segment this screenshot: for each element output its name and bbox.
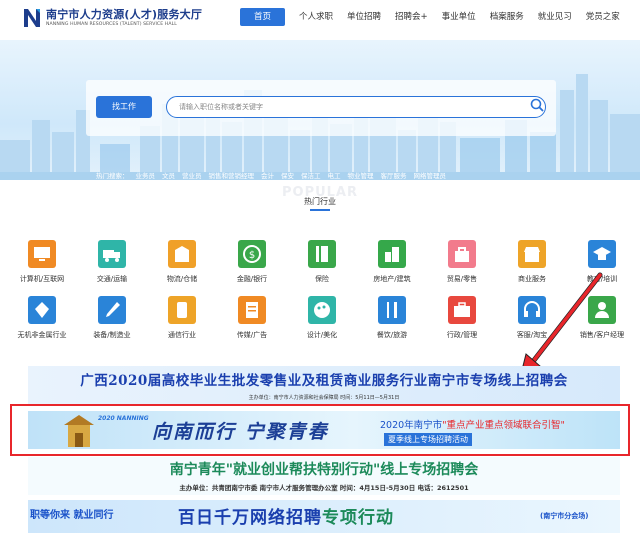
search-icon[interactable] (530, 98, 544, 112)
document-icon (238, 296, 266, 324)
industry-item[interactable]: 无机非金属行业 (9, 296, 75, 340)
hot-search-term[interactable]: 电工 (328, 170, 341, 180)
utensils-icon (378, 296, 406, 324)
nav-archive-service[interactable]: 档案服务 (490, 8, 524, 26)
industry-label: 传媒/广告 (236, 331, 268, 339)
banner-hundred-days-recruitment[interactable]: 职等你来 就业同行 百日千万网络招聘专项行动 (南宁市分会场) (28, 500, 620, 533)
svg-text:$: $ (249, 250, 255, 261)
industry-item[interactable]: 通信行业 (149, 296, 215, 340)
nav-internship[interactable]: 就业见习 (538, 8, 572, 26)
banner-title: 2020年南宁市"重点产业重点领域联合引智" (380, 417, 565, 431)
banner-logo-text: 2020 NANNING (98, 415, 149, 422)
industry-item[interactable]: 房地产/建筑 (359, 240, 425, 284)
building-icon (378, 240, 406, 268)
hot-search-label: 热门搜索： (96, 172, 129, 180)
bag-icon (448, 240, 476, 268)
site-header: 南宁市人力资源(人才)服务大厅 NANNING HUMAN RESOURCES … (0, 0, 640, 36)
nav-home[interactable]: 首页 (240, 8, 286, 26)
industry-label: 交通/运输 (96, 275, 128, 283)
hot-search-term[interactable]: 物业管理 (348, 170, 374, 180)
find-job-button[interactable]: 找工作 (96, 96, 152, 118)
industry-item[interactable]: 物流/仓储 (149, 240, 215, 284)
hot-search-term[interactable]: 网络管理员 (414, 170, 447, 180)
nav-recruitment[interactable]: 单位招聘 (347, 8, 381, 26)
logo-n-icon (22, 7, 42, 29)
hot-search-row: 热门搜索： 业务员 文员 营业员 销售和营销经理 会计 保安 保洁工 电工 物业… (96, 170, 453, 180)
banner-subtitle: 主办单位：共青团南宁市委 南宁市人才服务管理办公室 时间：4月15日-5月30日… (179, 484, 469, 492)
hot-search-term[interactable]: 客厅服务 (381, 170, 407, 180)
banner-title-part: 百日千万网络招聘 (178, 508, 322, 528)
industry-label: 装备/制造业 (93, 331, 131, 339)
nav-public-institution[interactable]: 事业单位 (442, 8, 476, 26)
shop-icon (518, 240, 546, 268)
hot-search-term[interactable]: 保安 (281, 170, 294, 180)
banner-youth-employment[interactable]: 南宁青年"就业创业帮扶特别行动"线上专场招聘会 主办单位：共青团南宁市委 南宁市… (28, 457, 620, 495)
site-logo[interactable]: 南宁市人力资源(人才)服务大厅 NANNING HUMAN RESOURCES … (22, 7, 202, 29)
search-panel: 找工作 (86, 80, 556, 136)
hot-search-term[interactable]: 文员 (162, 170, 175, 180)
truck-icon (98, 240, 126, 268)
industry-label: 餐饮/旅游 (376, 331, 408, 339)
hot-search-term[interactable]: 业务员 (136, 170, 156, 180)
industry-label: 设计/美化 (306, 331, 338, 339)
industry-label: 物流/仓储 (166, 275, 198, 283)
box-icon (168, 240, 196, 268)
mineral-icon (28, 296, 56, 324)
industry-item[interactable]: 传媒/广告 (219, 296, 285, 340)
tool-icon (98, 296, 126, 324)
banner-key-industry-talent[interactable]: 2020 NANNING 向南而行 宁聚青春 2020年南宁市"重点产业重点领域… (28, 411, 620, 449)
hot-search-term[interactable]: 保洁工 (301, 170, 321, 180)
hot-search-term[interactable]: 营业员 (182, 170, 202, 180)
logo-title: 南宁市人力资源(人才)服务大厅 (46, 8, 203, 21)
industry-label: 保险 (315, 275, 329, 283)
industry-item[interactable]: 交通/运输 (79, 240, 145, 284)
popular-industries-title: 热门行业 (304, 197, 336, 206)
banner-title-part: 2020年南宁市 (380, 420, 443, 431)
industry-item[interactable]: 装备/制造业 (79, 296, 145, 340)
briefcase-icon (448, 296, 476, 324)
industry-item[interactable]: 行政/管理 (429, 296, 495, 340)
industry-item[interactable]: 餐饮/旅游 (359, 296, 425, 340)
banner-wholesale-retail-fair[interactable]: 广西2020届高校毕业生批发零售业及租赁商业服务行业南宁市专场线上招聘会 主办单… (28, 366, 620, 404)
banner-slogan: 职等你来 就业同行 (30, 510, 114, 521)
industry-label: 贸易/零售 (446, 275, 478, 283)
pavilion-icon (64, 415, 94, 447)
industry-label: 计算机/互联网 (19, 275, 65, 283)
industry-item[interactable]: 贸易/零售 (429, 240, 495, 284)
job-search-input[interactable] (166, 96, 546, 118)
industry-label: 无机非金属行业 (17, 331, 67, 339)
nav-job-fair[interactable]: 招聘会+ (395, 8, 428, 26)
industry-label: 通信行业 (168, 331, 196, 339)
banner-title-highlight: "重点产业重点领域联合引智" (442, 420, 565, 431)
banner-title-highlight: 专项行动 (322, 508, 394, 528)
banner-subtitle: 夏季线上专场招聘活动 (384, 433, 472, 446)
palette-icon (308, 296, 336, 324)
banner-calligraphy: 向南而行 宁聚青春 (152, 421, 329, 443)
industry-label: 房地产/建筑 (373, 275, 411, 283)
industry-item[interactable]: 计算机/互联网 (9, 240, 75, 284)
banner-title: 百日千万网络招聘专项行动 (178, 503, 394, 528)
phone-icon (168, 296, 196, 324)
industry-label: 行政/管理 (446, 331, 478, 339)
book-icon (308, 240, 336, 268)
title-underline (310, 209, 330, 211)
nav-party-member[interactable]: 党员之家 (586, 8, 620, 26)
graduation-icon (588, 240, 616, 268)
banner-subtitle: 主办单位：南宁市人力资源和社会保障局 时间：5月11日—5月31日 (248, 395, 400, 401)
banner-title: 南宁青年"就业创业帮扶特别行动"线上专场招聘会 (169, 462, 479, 478)
hot-search-term[interactable]: 会计 (261, 170, 274, 180)
main-nav: 首页 个人求职 单位招聘 招聘会+ 事业单位 档案服务 就业见习 党员之家 (240, 8, 634, 26)
logo-subtitle: NANNING HUMAN RESOURCES (TALENT) SERVICE… (46, 22, 177, 27)
industry-item[interactable]: 保险 (289, 240, 355, 284)
industry-item[interactable]: $ 金融/银行 (219, 240, 285, 284)
banner-venue: (南宁市分会场) (540, 512, 589, 520)
industry-label: 金融/银行 (236, 275, 268, 283)
hero-banner: 找工作 (0, 40, 640, 180)
coin-icon: $ (238, 240, 266, 268)
banner-title: 广西2020届高校毕业生批发零售业及租赁商业服务行业南宁市专场线上招聘会 (80, 373, 568, 389)
computer-icon (28, 240, 56, 268)
hot-search-term[interactable]: 销售和营销经理 (209, 170, 255, 180)
nav-job-seeking[interactable]: 个人求职 (299, 8, 333, 26)
industry-item[interactable]: 设计/美化 (289, 296, 355, 340)
